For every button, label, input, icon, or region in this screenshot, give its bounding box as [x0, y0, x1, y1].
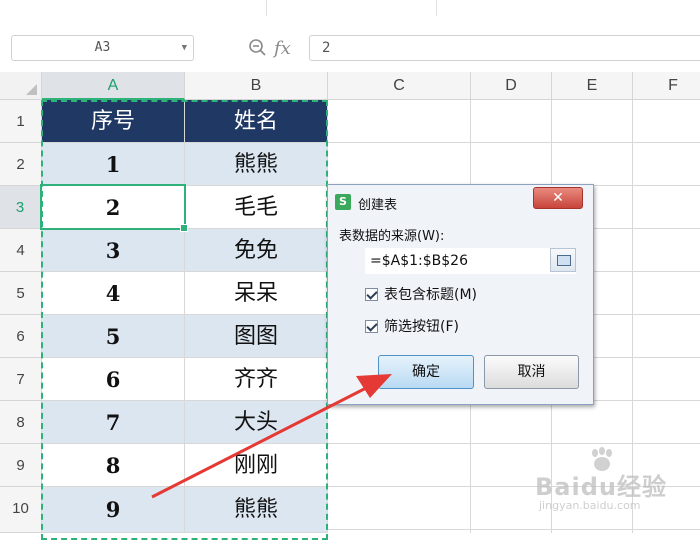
row-header-9[interactable]: 9	[0, 444, 42, 487]
column-header-e[interactable]: E	[552, 72, 633, 100]
range-picker-icon[interactable]	[550, 248, 576, 272]
range-input[interactable]: =$A$1:$B$26	[365, 248, 576, 274]
toolbar-separator	[436, 0, 437, 16]
table-cell[interactable]: 免免	[185, 229, 328, 272]
create-table-dialog: S 创建表 ✕ 表数据的来源(W): =$A$1:$B$26 表包含标题(M) …	[327, 184, 594, 405]
row-header-5[interactable]: 5	[0, 272, 42, 315]
table-cell[interactable]: 图图	[185, 315, 328, 358]
fx-icon[interactable]: fx	[274, 38, 291, 59]
has-header-checkbox[interactable]	[365, 287, 378, 301]
baidu-jingyan-watermark: Baidu经验 jingyan.baidu.com	[535, 447, 695, 525]
table-cell[interactable]: 齐齐	[185, 358, 328, 401]
table-cell[interactable]: 刚刚	[185, 444, 328, 487]
row-header-6[interactable]: 6	[0, 315, 42, 358]
dialog-title-bar[interactable]: S 创建表 ✕	[328, 185, 593, 219]
table-cell[interactable]: 9	[42, 487, 185, 533]
grid-line	[328, 529, 700, 530]
source-label: 表数据的来源(W):	[339, 229, 445, 244]
column-header-c[interactable]: C	[328, 72, 471, 100]
row-header-7[interactable]: 7	[0, 358, 42, 401]
name-box-value: A3	[94, 40, 111, 55]
grid-line	[328, 443, 700, 444]
watermark-sub-text: jingyan.baidu.com	[539, 499, 641, 512]
row-header-8[interactable]: 8	[0, 401, 42, 444]
toolbar-separator	[266, 0, 267, 16]
close-icon[interactable]: ✕	[533, 187, 583, 209]
watermark-main-text: Baidu经验	[535, 473, 667, 501]
column-header-b[interactable]: B	[185, 72, 328, 100]
wps-spreadsheet-logo-icon: S	[335, 194, 351, 210]
column-header-f[interactable]: F	[633, 72, 700, 100]
table-header-cell[interactable]: 姓名	[185, 100, 328, 143]
table-cell[interactable]: 7	[42, 401, 185, 444]
table-cell[interactable]: 5	[42, 315, 185, 358]
dialog-title: 创建表	[358, 198, 398, 213]
column-header-a[interactable]: A	[42, 72, 185, 100]
has-header-option[interactable]: 表包含标题(M)	[365, 285, 477, 303]
table-cell[interactable]: 呆呆	[185, 272, 328, 315]
table-cell[interactable]: 3	[42, 229, 185, 272]
name-box[interactable]: A3 ▼	[11, 35, 194, 61]
table-cell[interactable]: 6	[42, 358, 185, 401]
row-header-2[interactable]: 2	[0, 143, 42, 186]
ok-button[interactable]: 确定	[378, 355, 474, 389]
table-cell[interactable]: 熊熊	[185, 143, 328, 186]
column-header-d[interactable]: D	[471, 72, 552, 100]
zoom-search-icon[interactable]	[248, 38, 268, 58]
range-value: =$A$1:$B$26	[370, 253, 468, 269]
row-header-10[interactable]: 10	[0, 487, 42, 533]
table-cell[interactable]: 4	[42, 272, 185, 315]
formula-input[interactable]: 2	[309, 35, 700, 61]
formula-icons: fx	[248, 36, 291, 60]
filter-label: 筛选按钮(F)	[384, 319, 459, 335]
cancel-button[interactable]: 取消	[484, 355, 579, 389]
row-header-1[interactable]: 1	[0, 100, 42, 143]
row-header-3[interactable]: 3	[0, 186, 42, 229]
top-toolbar-strip	[0, 0, 700, 25]
table-cell[interactable]: 熊熊	[185, 487, 328, 533]
table-cell[interactable]: 大头	[185, 401, 328, 444]
chevron-down-icon[interactable]: ▼	[182, 36, 187, 60]
filter-option[interactable]: 筛选按钮(F)	[365, 317, 459, 335]
table-header-cell[interactable]: 序号	[42, 100, 185, 143]
table-cell[interactable]: 1	[42, 143, 185, 186]
table-cell[interactable]: 毛毛	[185, 186, 328, 229]
has-header-label: 表包含标题(M)	[384, 287, 478, 303]
filter-checkbox[interactable]	[365, 319, 378, 333]
table-cell[interactable]: 2	[42, 186, 185, 229]
row-header-4[interactable]: 4	[0, 229, 42, 272]
formula-bar: A3 ▼ fx 2	[0, 24, 700, 72]
select-all-corner[interactable]	[0, 72, 42, 100]
grid-line	[328, 142, 700, 143]
table-cell[interactable]: 8	[42, 444, 185, 487]
